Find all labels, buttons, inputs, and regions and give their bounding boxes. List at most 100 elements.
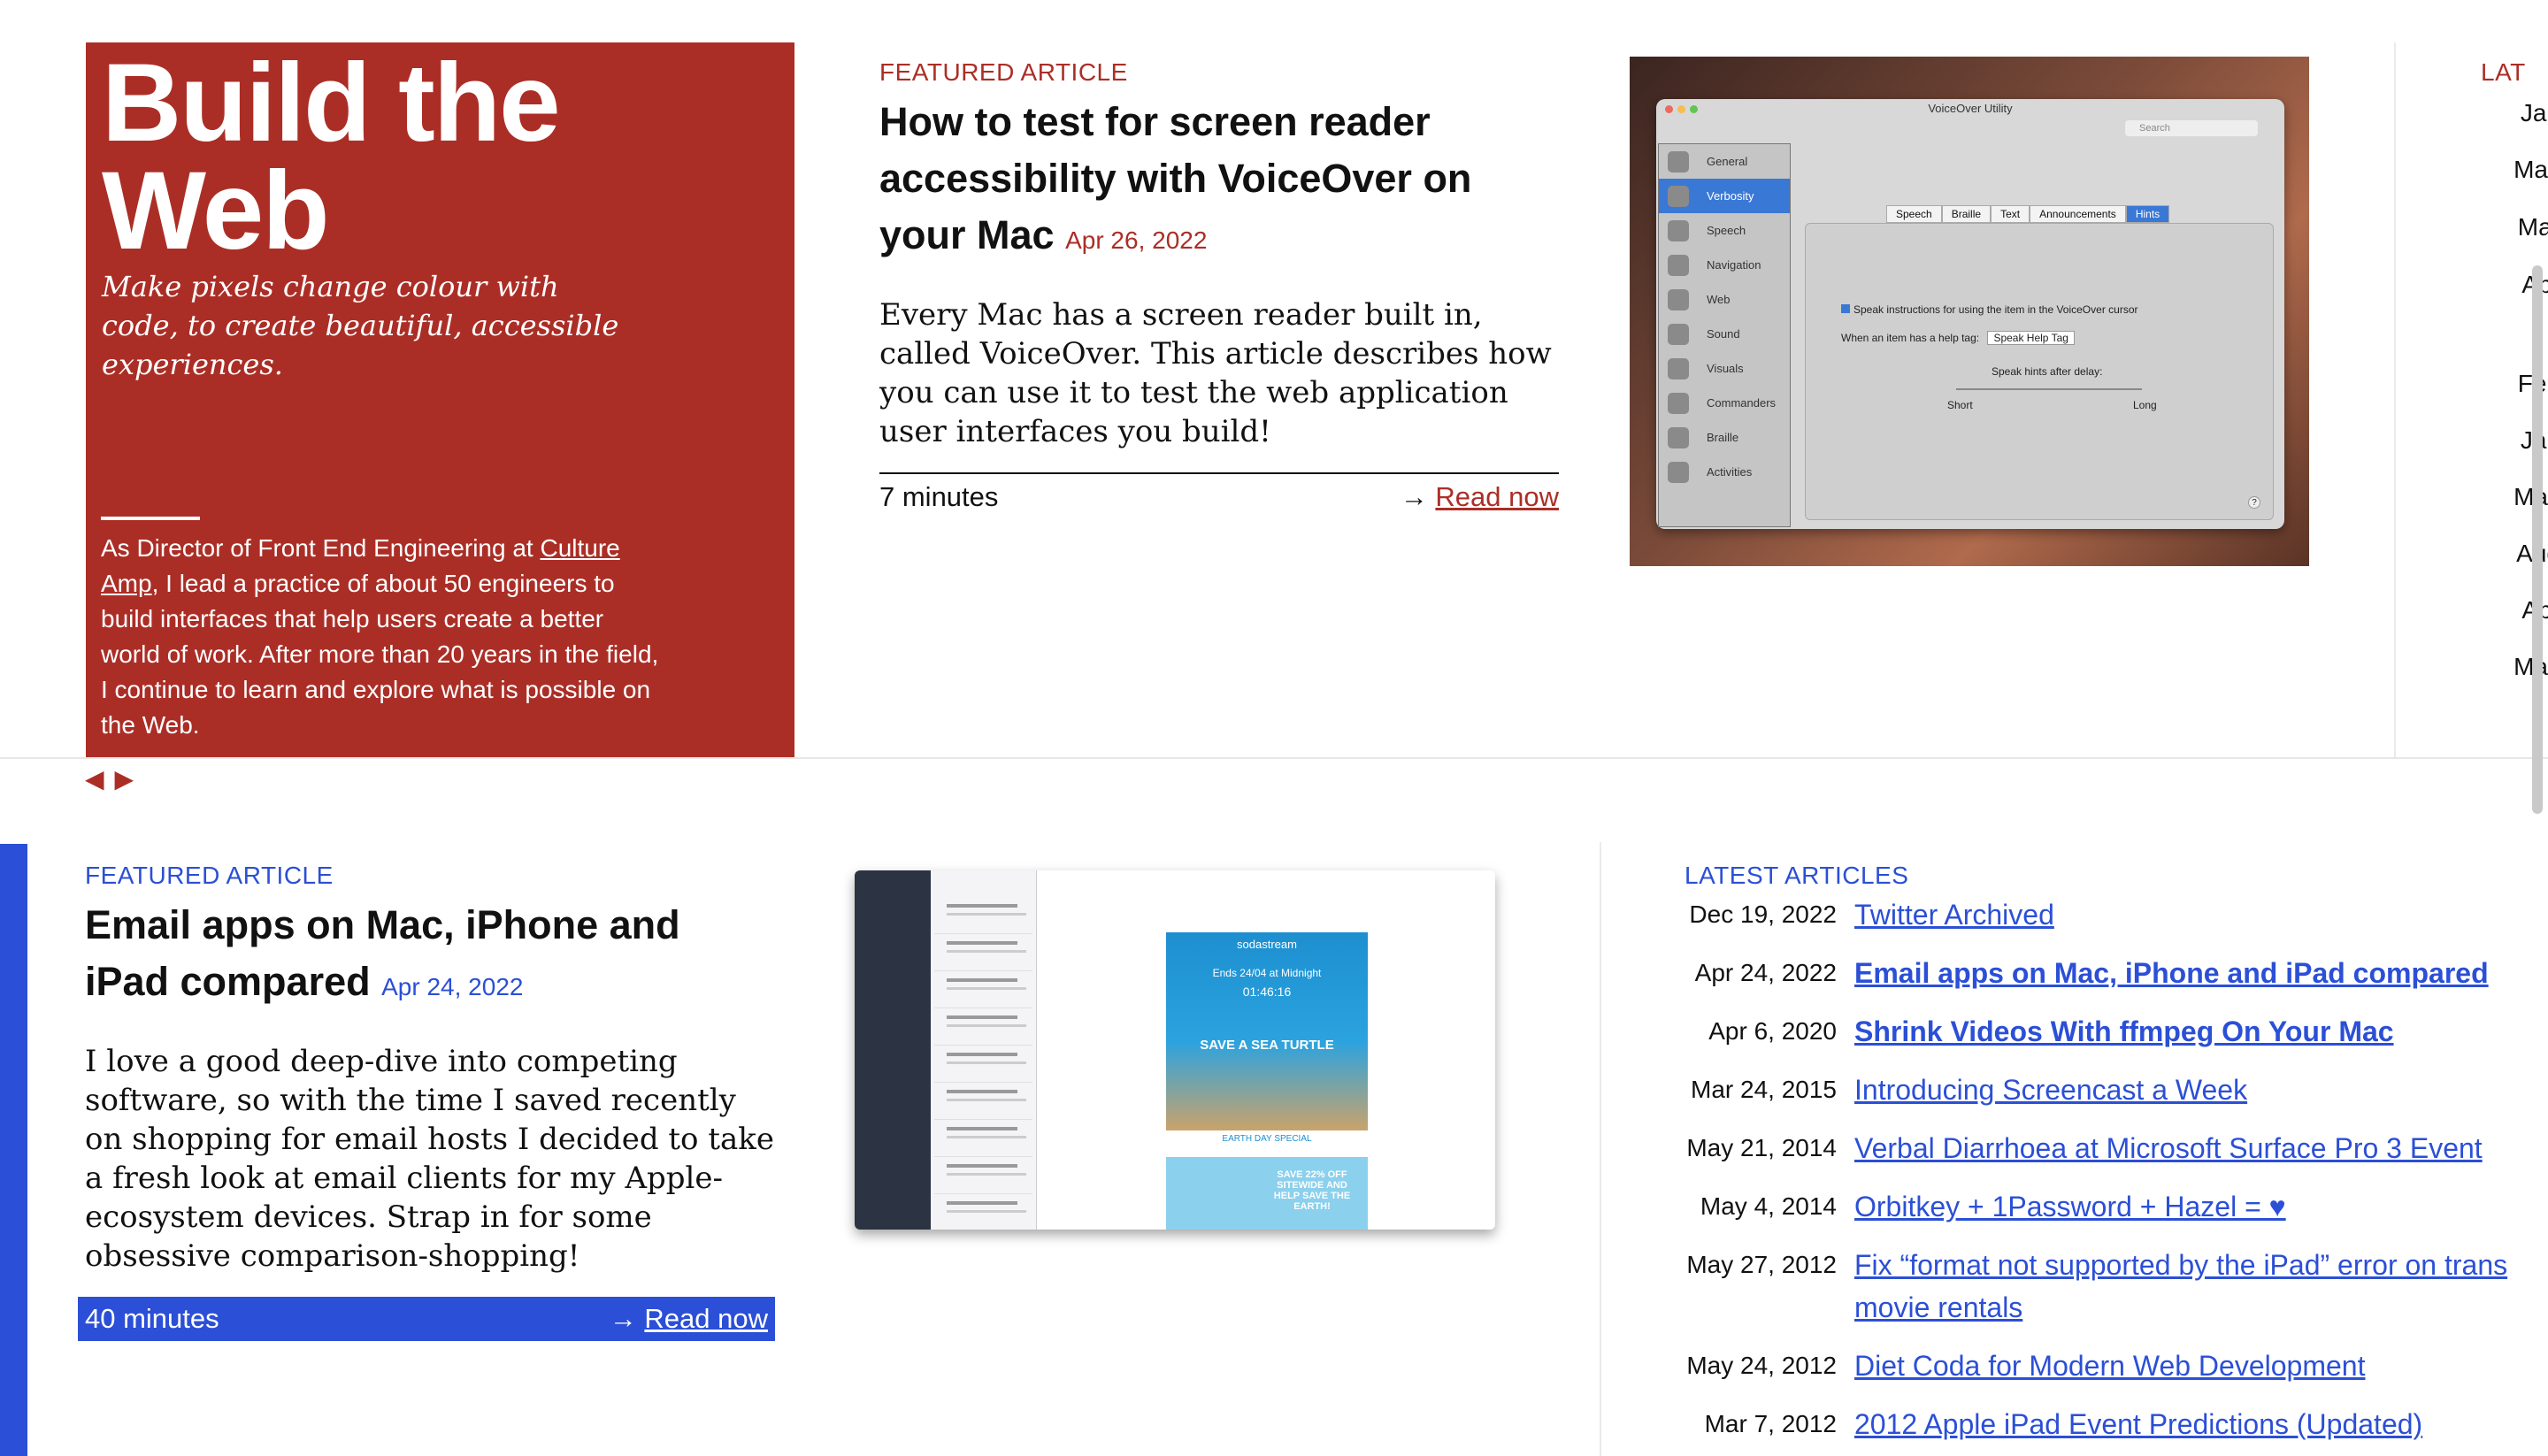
voiceover-sidebar: General Verbosity Speech Navigation Web … bbox=[1658, 143, 1791, 527]
mail-list bbox=[931, 870, 1037, 1230]
column-divider bbox=[2394, 42, 2396, 757]
article-link[interactable]: Fix “format not supported by the iPad” e… bbox=[1854, 1244, 2527, 1329]
hero-bio: As Director of Front End Engineering at … bbox=[101, 531, 667, 743]
list-item: May 24, 2012 Diet Coda for Modern Web Dev… bbox=[1685, 1345, 2548, 1387]
carousel-next-icon[interactable]: ▶ bbox=[115, 764, 134, 793]
read-now-link[interactable]: Read now bbox=[644, 1303, 768, 1334]
mail-sidebar bbox=[855, 870, 931, 1230]
row-divider bbox=[0, 757, 2548, 759]
sidebar-item-active: Verbosity bbox=[1659, 179, 1790, 213]
arrow-right-icon: → bbox=[1400, 481, 1428, 512]
carousel-controls: ◀ ▶ bbox=[85, 764, 134, 793]
featured-article-top: FEATURED ARTICLE How to test for screen … bbox=[879, 58, 1559, 512]
article-link[interactable]: 2012 Apple iPad Event Predictions (Updat… bbox=[1854, 1403, 2422, 1445]
voiceover-tabs: Speech Braille Text Announcements Hints bbox=[1886, 205, 2170, 223]
sidebar-item: Braille bbox=[1659, 420, 1790, 455]
hero-bio-text: As Director of Front End Engineering at bbox=[101, 534, 541, 562]
delay-label: Speak hints after delay: bbox=[1992, 365, 2103, 378]
latest-list: Dec 19, 2022 Twitter Archived Apr 24, 202… bbox=[1685, 893, 2548, 1445]
sidebar-item: Web bbox=[1659, 282, 1790, 317]
help-tag-label: When an item has a help tag: bbox=[1841, 332, 1980, 344]
article-link[interactable]: Twitter Archived bbox=[1854, 893, 2054, 936]
promo-banner-2: SAVE 22% OFF SITEWIDE AND HELP SAVE THE … bbox=[1166, 1157, 1368, 1230]
sidebar-item: Speech bbox=[1659, 213, 1790, 248]
featured-summary: Every Mac has a screen reader built in, … bbox=[879, 297, 1552, 449]
latest-date-peek: May bbox=[2513, 653, 2548, 680]
hero-panel: Build the Web Make pixels change colour … bbox=[86, 42, 794, 758]
article-date: Apr 6, 2020 bbox=[1708, 1017, 1837, 1045]
tab-text: Text bbox=[1991, 205, 2030, 223]
article-link[interactable]: Introducing Screencast a Week bbox=[1854, 1069, 2247, 1111]
zoom-dot-icon bbox=[1690, 105, 1698, 113]
search-field: Search bbox=[2125, 120, 2258, 136]
arrow-right-icon: → bbox=[609, 1303, 637, 1334]
latest-date-peek: Jan bbox=[2520, 99, 2548, 126]
carousel-prev-icon[interactable]: ◀ bbox=[85, 764, 104, 793]
email-app-screenshot[interactable]: sodastream Ends 24/04 at Midnight 01:46:… bbox=[855, 870, 1495, 1230]
article-date: Apr 24, 2022 bbox=[1694, 959, 1837, 986]
mail-row bbox=[934, 1127, 1032, 1157]
accent-stripe bbox=[0, 844, 27, 1456]
close-dot-icon bbox=[1665, 105, 1673, 113]
tab-braille: Braille bbox=[1941, 205, 1992, 223]
list-item: May 4, 2014 Orbitkey + 1Password + Hazel … bbox=[1685, 1185, 2548, 1228]
voiceover-window: VoiceOver Utility Search General Verbosi… bbox=[1656, 99, 2284, 529]
list-item: Apr 24, 2022 Email apps on Mac, iPhone an… bbox=[1685, 952, 2548, 994]
list-item: May 21, 2014 Verbal Diarrhoea at Microsof… bbox=[1685, 1127, 2548, 1169]
list-item: Apr 6, 2020 Shrink Videos With ffmpeg On … bbox=[1685, 1010, 2548, 1053]
read-now-link[interactable]: Read now bbox=[1435, 481, 1559, 512]
checkbox-icon bbox=[1841, 304, 1850, 313]
article-link[interactable]: Orbitkey + 1Password + Hazel = ♥ bbox=[1854, 1185, 2286, 1228]
featured-title: Email apps on Mac, iPhone and iPad compa… bbox=[85, 897, 775, 1015]
article-date: Dec 19, 2022 bbox=[1689, 900, 1837, 928]
list-item: Dec 19, 2022 Twitter Archived bbox=[1685, 893, 2548, 936]
tab-hints: Hints bbox=[2125, 205, 2170, 223]
featured-title: How to test for screen reader accessibil… bbox=[879, 94, 1559, 269]
latest-date-peek: May bbox=[2513, 483, 2548, 510]
help-icon: ? bbox=[2248, 496, 2260, 509]
featured-kicker: FEATURED ARTICLE bbox=[85, 862, 334, 889]
mail-row bbox=[934, 941, 1032, 971]
list-item: Mar 7, 2012 2012 Apple iPad Event Predict… bbox=[1685, 1403, 2548, 1445]
article-date: May 27, 2012 bbox=[1686, 1251, 1837, 1278]
hero-divider bbox=[101, 517, 200, 520]
article-link[interactable]: Shrink Videos With ffmpeg On Your Mac bbox=[1854, 1010, 2394, 1053]
mail-row bbox=[934, 1090, 1032, 1120]
featured-summary: I love a good deep-dive into competing s… bbox=[85, 1044, 774, 1274]
article-link[interactable]: Diet Coda for Modern Web Development bbox=[1854, 1345, 2365, 1387]
mail-row bbox=[934, 1164, 1032, 1194]
read-now: → Read now bbox=[610, 1303, 768, 1335]
help-tag-row: When an item has a help tag: Speak Help … bbox=[1841, 331, 2075, 345]
featured-footer: 40 minutes → Read now bbox=[78, 1297, 775, 1341]
article-link-current[interactable]: Email apps on Mac, iPhone and iPad compa… bbox=[1854, 952, 2489, 994]
mail-list-header bbox=[931, 870, 1036, 897]
window-title: VoiceOver Utility bbox=[1928, 102, 2013, 115]
article-date: May 4, 2014 bbox=[1700, 1192, 1837, 1220]
latest-date-peek: Mar bbox=[2517, 213, 2548, 241]
promo-banner: sodastream Ends 24/04 at Midnight 01:46:… bbox=[1166, 932, 1368, 1130]
help-tag-select: Speak Help Tag bbox=[1987, 331, 2075, 345]
latest-kicker-peek: LAT bbox=[2481, 58, 2526, 86]
sidebar-item: Visuals bbox=[1659, 351, 1790, 386]
hero-bio-text-rest: , I lead a practice of about 50 engineer… bbox=[101, 570, 659, 739]
read-now: → Read now bbox=[1401, 481, 1559, 513]
promo-brand: sodastream bbox=[1237, 938, 1297, 951]
list-item: May 27, 2012 Fix “format not supported by… bbox=[1685, 1244, 2548, 1329]
promo-offer: SAVE 22% OFF SITEWIDE AND HELP SAVE THE … bbox=[1273, 1169, 1351, 1212]
read-time: 7 minutes bbox=[879, 481, 999, 512]
promo-clock: 01:46:16 bbox=[1242, 985, 1292, 999]
mail-row bbox=[934, 1201, 1032, 1230]
scrollbar[interactable] bbox=[2532, 265, 2543, 814]
sidebar-item: Navigation bbox=[1659, 248, 1790, 282]
promo-sub: EARTH DAY SPECIAL bbox=[1222, 1134, 1312, 1144]
mail-row bbox=[934, 904, 1032, 934]
voiceover-screenshot[interactable]: VoiceOver Utility Search General Verbosi… bbox=[1630, 57, 2309, 566]
article-link[interactable]: Verbal Diarrhoea at Microsoft Surface Pr… bbox=[1854, 1127, 2483, 1169]
hints-pane: Speak instructions for using the item in… bbox=[1805, 223, 2274, 520]
delay-slider bbox=[1956, 388, 2142, 390]
article-date: Mar 24, 2015 bbox=[1691, 1076, 1837, 1103]
mail-row bbox=[934, 978, 1032, 1008]
sidebar-item: Sound bbox=[1659, 317, 1790, 351]
article-date: May 21, 2014 bbox=[1686, 1134, 1837, 1161]
tab-speech: Speech bbox=[1886, 205, 1942, 223]
